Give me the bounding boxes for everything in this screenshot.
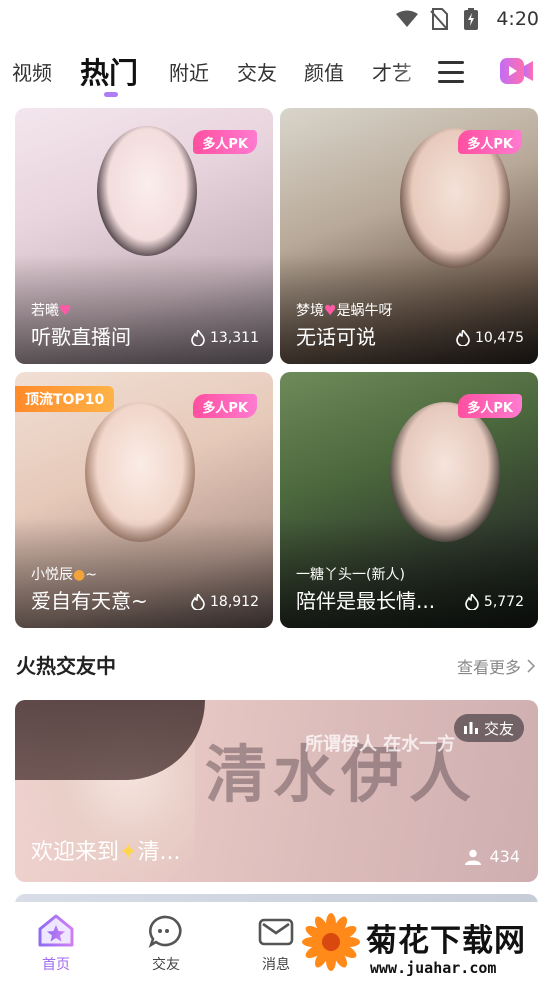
nav-label: 首页 [42, 957, 70, 973]
streamer-name: 小悦辰●~ [31, 567, 97, 583]
pk-badge: 多人PK [193, 394, 257, 418]
view-count: 5,772 [465, 594, 524, 610]
flame-icon [191, 594, 205, 610]
sparkle-icon: ✦ [119, 840, 138, 865]
watermark-url: www.juahar.com [370, 959, 497, 977]
streamer-name: 一糖丫头一(新人) [296, 567, 405, 583]
banner-title: 欢迎来到✦清... [31, 840, 181, 865]
stream-title: 陪伴是最长情... [296, 589, 436, 613]
tab-dating[interactable]: 交友 [237, 40, 277, 102]
tab-video[interactable]: 视频 [12, 40, 52, 102]
tab-fade [395, 40, 437, 102]
pk-badge: 多人PK [458, 394, 522, 418]
bar-chart-icon [463, 722, 478, 734]
go-live-icon[interactable] [500, 56, 534, 86]
stream-title: 爱自有天意~ [31, 589, 148, 613]
nav-home[interactable]: 首页 [26, 914, 86, 974]
orange-emoji-icon: ● [73, 567, 86, 583]
banner-subtitle: 所谓伊人 在水一方 [305, 734, 456, 755]
flame-icon [456, 330, 470, 346]
chevron-right-icon [527, 659, 535, 673]
see-more-link[interactable]: 查看更多 [457, 654, 535, 678]
streamer-image [97, 126, 197, 256]
tab-looks[interactable]: 颜值 [304, 40, 344, 102]
viewer-count: 434 [465, 847, 520, 866]
nav-messages[interactable]: 消息 [246, 914, 306, 974]
view-count: 18,912 [191, 594, 259, 610]
live-card[interactable]: 多人PK 一糖丫头一(新人) 陪伴是最长情... 5,772 [280, 372, 538, 628]
status-time: 4:20 [496, 8, 539, 30]
nav-label: 消息 [262, 957, 290, 973]
view-count: 10,475 [456, 330, 524, 346]
section-title: 火热交友中 [16, 654, 116, 678]
tab-nearby[interactable]: 附近 [169, 40, 209, 102]
watermark-text: 菊花下载网 [366, 923, 526, 959]
tab-active-indicator [104, 92, 118, 97]
heart-icon: ♥ [59, 303, 72, 319]
streamer-name: 梦境♥是蜗牛呀 [296, 303, 393, 319]
flame-icon [465, 594, 479, 610]
mail-icon [258, 918, 294, 946]
chrysanthemum-logo-icon [302, 913, 360, 971]
no-sim-icon [428, 8, 450, 30]
streamer-name: 若曦♥ [31, 303, 72, 319]
nav-label: 交友 [152, 957, 180, 973]
flame-icon [191, 330, 205, 346]
stream-title: 无话可说 [296, 325, 376, 349]
heart-icon: ♥ [324, 303, 337, 319]
pk-badge: 多人PK [193, 130, 257, 154]
stream-title: 听歌直播间 [31, 325, 131, 349]
live-card[interactable]: 顶流TOP10 多人PK 小悦辰●~ 爱自有天意~ 18,912 [15, 372, 273, 628]
home-icon [38, 914, 74, 947]
nav-dating[interactable]: 交友 [136, 914, 196, 974]
live-card[interactable]: 多人PK 梦境♥是蜗牛呀 无话可说 10,475 [280, 108, 538, 364]
site-watermark: 菊花下载网 www.juahar.com [300, 905, 553, 983]
dating-tag: 交友 [453, 714, 524, 742]
view-count: 13,311 [191, 330, 259, 346]
chat-bubble-icon [148, 915, 182, 948]
status-bar: 4:20 [0, 0, 553, 38]
live-card[interactable]: 多人PK 若曦♥ 听歌直播间 13,311 [15, 108, 273, 364]
top10-badge: 顶流TOP10 [15, 386, 115, 412]
person-icon [465, 849, 482, 865]
room-banner[interactable]: 清水伊人 所谓伊人 在水一方 交友 欢迎来到✦清... 434 [15, 700, 538, 882]
wifi-icon [396, 8, 419, 30]
menu-icon[interactable] [436, 58, 466, 86]
top-tab-bar: 视频 热门 附近 交友 颜值 才艺 [0, 40, 553, 102]
battery-charging-icon [460, 8, 482, 30]
pk-badge: 多人PK [458, 130, 522, 154]
